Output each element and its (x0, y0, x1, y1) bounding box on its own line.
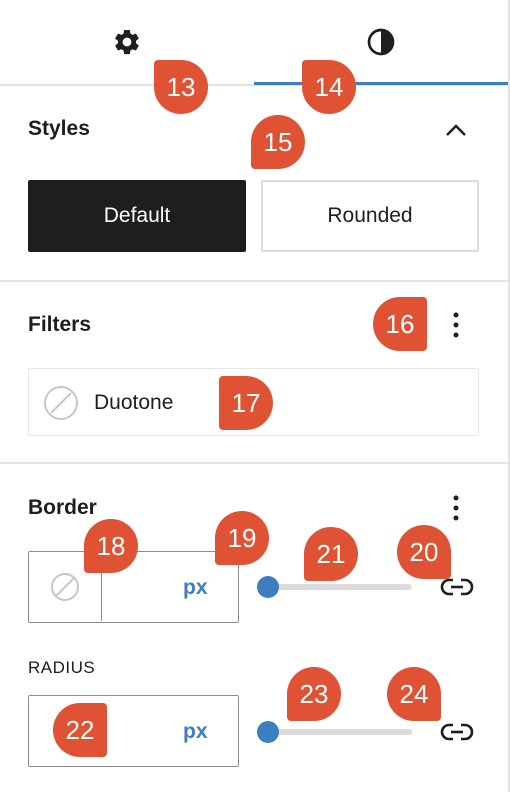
filters-panel-title: Filters (28, 313, 92, 336)
link-icon (440, 578, 474, 596)
annotation-badge-15: 15 (251, 115, 305, 169)
more-vertical-icon (453, 495, 459, 521)
annotation-badge-19: 19 (215, 511, 269, 565)
style-default-button[interactable]: Default (28, 180, 246, 252)
annotation-badge-23: 23 (287, 667, 341, 721)
radius-slider-track[interactable] (266, 729, 412, 735)
unlink-radius-button[interactable] (438, 717, 476, 747)
styles-panel-title: Styles (28, 117, 90, 140)
collapse-styles-button[interactable] (438, 112, 474, 148)
link-icon (440, 723, 474, 741)
divider (0, 280, 508, 282)
contrast-icon (367, 28, 395, 56)
border-width-control: px (28, 551, 239, 623)
annotation-badge-16: 16 (373, 297, 427, 351)
annotation-badge-14: 14 (302, 60, 356, 114)
tab-settings[interactable] (0, 0, 254, 84)
annotation-badge-21: 21 (304, 527, 358, 581)
annotation-badge-24: 24 (387, 667, 441, 721)
divider (0, 462, 508, 464)
style-rounded-button[interactable]: Rounded (261, 180, 479, 252)
border-panel-title: Border (28, 496, 97, 519)
border-options-button[interactable] (440, 490, 472, 526)
gear-icon (115, 29, 139, 55)
chevron-up-icon (446, 124, 466, 136)
no-filter-icon (44, 386, 78, 420)
no-color-icon (51, 572, 79, 601)
annotation-badge-22: 22 (53, 703, 107, 757)
duotone-label: Duotone (94, 391, 174, 414)
radius-label: RADIUS (28, 658, 96, 677)
tab-styles[interactable] (254, 0, 508, 84)
more-vertical-icon (453, 312, 459, 338)
filters-options-button[interactable] (440, 307, 472, 343)
border-width-unit[interactable]: px (183, 576, 208, 600)
annotation-badge-18: 18 (84, 519, 138, 573)
radius-slider-thumb[interactable] (257, 721, 279, 743)
border-width-slider-thumb[interactable] (257, 576, 279, 598)
annotation-badge-20: 20 (397, 525, 451, 579)
radius-unit[interactable]: px (183, 720, 208, 744)
border-width-slider-track[interactable] (266, 584, 412, 590)
active-tab-indicator (254, 82, 508, 85)
annotation-badge-13: 13 (154, 60, 208, 114)
annotation-badge-17: 17 (219, 376, 273, 430)
sidebar-tab-bar (0, 0, 508, 86)
